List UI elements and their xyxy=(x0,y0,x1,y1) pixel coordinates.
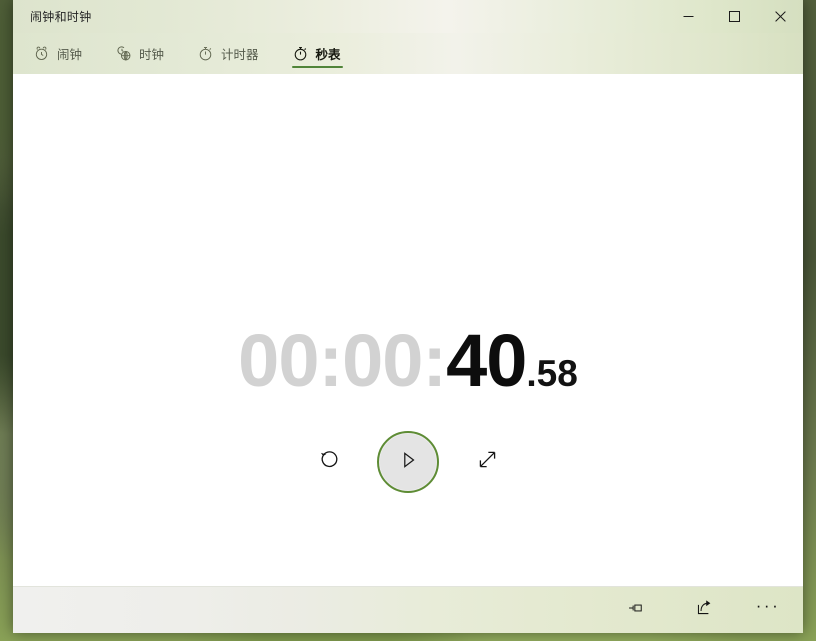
tab-timer[interactable]: 计时器 xyxy=(191,33,272,74)
stopwatch-hours-minutes: 00:00: xyxy=(238,319,447,402)
close-button[interactable] xyxy=(757,0,803,33)
world-clock-icon xyxy=(115,45,132,62)
more-button[interactable]: ··· xyxy=(745,587,791,633)
tab-alarm-label: 闹钟 xyxy=(57,48,83,62)
share-button[interactable] xyxy=(681,591,727,629)
expand-button[interactable] xyxy=(456,431,518,493)
timer-icon xyxy=(197,45,214,62)
pin-button[interactable] xyxy=(613,591,659,629)
tab-timer-label: 计时器 xyxy=(221,48,259,62)
stopwatch-readout: 00:00:40.58 xyxy=(13,324,803,398)
stopwatch-icon xyxy=(292,45,309,62)
tab-stopwatch[interactable]: 秒表 xyxy=(286,33,354,74)
close-icon xyxy=(774,11,786,22)
tab-clock[interactable]: 时钟 xyxy=(109,33,177,74)
alarm-clock-icon xyxy=(33,45,50,62)
expand-icon xyxy=(476,448,499,476)
play-button[interactable] xyxy=(377,431,439,493)
reset-button[interactable] xyxy=(298,431,360,493)
title-bar[interactable]: 闹钟和时钟 xyxy=(13,0,803,33)
alarms-and-clock-window: 闹钟和时钟 闹钟 时钟 计时器 秒表 00:00:40.58 ··· xyxy=(13,0,803,633)
command-bar: ··· xyxy=(13,586,803,633)
tab-clock-label: 时钟 xyxy=(139,48,165,62)
maximize-button[interactable] xyxy=(711,0,757,33)
stopwatch-seconds: 40 xyxy=(446,319,527,402)
reset-icon xyxy=(318,448,341,476)
stopwatch-controls xyxy=(13,431,803,493)
tab-stopwatch-label: 秒表 xyxy=(315,48,341,62)
minimize-button[interactable] xyxy=(665,0,711,33)
stopwatch-page: 00:00:40.58 xyxy=(13,74,803,586)
more-icon: ··· xyxy=(755,596,781,615)
tab-alarm[interactable]: 闹钟 xyxy=(27,33,95,74)
play-icon xyxy=(397,449,419,476)
stopwatch-fraction: .58 xyxy=(526,353,578,394)
maximize-icon xyxy=(728,11,740,22)
share-icon xyxy=(695,598,714,622)
tab-strip: 闹钟 时钟 计时器 秒表 xyxy=(13,33,803,74)
caption-button-group xyxy=(665,0,803,33)
window-title: 闹钟和时钟 xyxy=(30,10,92,24)
minimize-icon xyxy=(683,11,694,22)
pin-icon xyxy=(627,599,645,622)
